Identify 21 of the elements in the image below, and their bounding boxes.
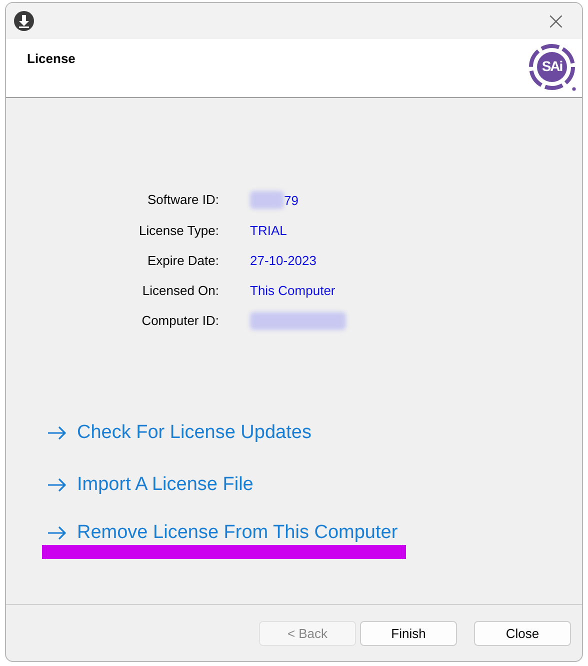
link[interactable]: Remove License From This Computer — [47, 522, 398, 544]
field-value: 79 — [284, 192, 298, 208]
field-label: License Type: — [138, 222, 219, 239]
link[interactable]: Check For License Updates — [47, 422, 312, 444]
page-title: License — [27, 51, 76, 67]
field-value: TRIAL — [250, 222, 287, 239]
arrow-icon — [47, 526, 67, 540]
download-icon — [14, 11, 34, 31]
close-button[interactable]: × — [542, 9, 570, 33]
field-label: Software ID: — [146, 191, 219, 209]
arrow-icon — [47, 426, 67, 440]
dialog-button[interactable]: Close — [474, 620, 571, 646]
field-value: This Computer — [250, 282, 336, 299]
arrow-icon — [47, 478, 67, 492]
field-label: Licensed On: — [141, 282, 219, 299]
field-label: Expire Date: — [146, 252, 219, 269]
logo-icon: SAi — [528, 43, 578, 93]
dialog-button[interactable]: Finish — [360, 620, 457, 646]
field-label: Computer ID: — [140, 312, 219, 330]
field-value: 27-10-2023 — [250, 252, 316, 269]
link[interactable]: Import A License File — [47, 474, 254, 496]
